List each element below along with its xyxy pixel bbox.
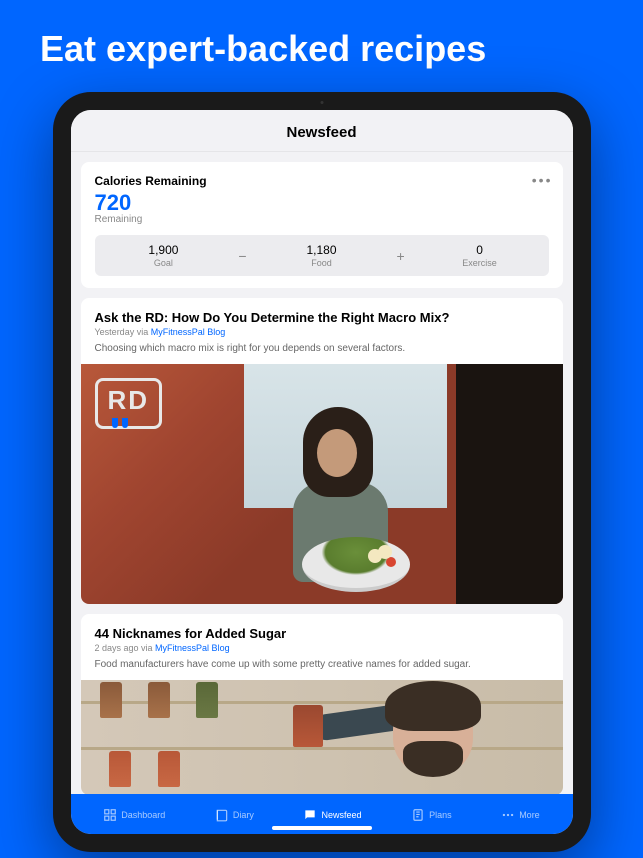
goal-value: 1,900: [95, 243, 233, 257]
dashboard-icon: [103, 808, 117, 822]
tab-diary[interactable]: Diary: [209, 804, 260, 826]
food-cell[interactable]: 1,180 Food: [253, 243, 391, 268]
exercise-label: Exercise: [411, 258, 549, 268]
tab-bar: Dashboard Diary Newsfeed Plans: [71, 794, 573, 834]
calories-breakdown: 1,900 Goal − 1,180 Food + 0 Exercise: [95, 235, 549, 276]
tab-label: More: [519, 810, 540, 820]
more-icon[interactable]: •••: [532, 172, 553, 188]
article-image: [81, 680, 563, 794]
plus-sep: +: [390, 243, 410, 268]
article-meta: 2 days ago via MyFitnessPal Blog: [95, 643, 549, 653]
article-time: Yesterday via: [95, 327, 151, 337]
calories-sublabel: Remaining: [95, 214, 549, 225]
tab-label: Dashboard: [121, 810, 165, 820]
tab-newsfeed[interactable]: Newsfeed: [297, 804, 367, 826]
header: Newsfeed: [71, 110, 573, 152]
article-meta: Yesterday via MyFitnessPal Blog: [95, 327, 549, 337]
article-source[interactable]: MyFitnessPal Blog: [155, 643, 230, 653]
newsfeed-icon: [303, 808, 317, 822]
rd-badge: RD: [95, 378, 163, 429]
tab-label: Plans: [429, 810, 452, 820]
tab-dashboard[interactable]: Dashboard: [97, 804, 171, 826]
goal-label: Goal: [95, 258, 233, 268]
article-source[interactable]: MyFitnessPal Blog: [151, 327, 226, 337]
more-icon: [501, 808, 515, 822]
calories-label: Calories Remaining: [95, 174, 549, 188]
tab-plans[interactable]: Plans: [405, 804, 458, 826]
article-excerpt: Choosing which macro mix is right for yo…: [95, 343, 549, 354]
calories-value: 720: [95, 190, 549, 216]
article-head: 44 Nicknames for Added Sugar 2 days ago …: [81, 614, 563, 680]
exercise-value: 0: [411, 243, 549, 257]
article-head: Ask the RD: How Do You Determine the Rig…: [81, 298, 563, 364]
article-card[interactable]: 44 Nicknames for Added Sugar 2 days ago …: [81, 614, 563, 794]
minus-sep: −: [232, 243, 252, 268]
diary-icon: [215, 808, 229, 822]
article-card[interactable]: Ask the RD: How Do You Determine the Rig…: [81, 298, 563, 604]
plans-icon: [411, 808, 425, 822]
food-label: Food: [253, 258, 391, 268]
screen: Newsfeed ••• Calories Remaining 720 Rema…: [71, 110, 573, 834]
article-time: 2 days ago via: [95, 643, 156, 653]
tablet-frame: Newsfeed ••• Calories Remaining 720 Rema…: [53, 92, 591, 852]
goal-cell[interactable]: 1,900 Goal: [95, 243, 233, 268]
hero-title: Eat expert-backed recipes: [0, 0, 643, 70]
food-value: 1,180: [253, 243, 391, 257]
calories-card: ••• Calories Remaining 720 Remaining 1,9…: [81, 162, 563, 288]
article-image: RD: [81, 364, 563, 604]
exercise-cell[interactable]: 0 Exercise: [411, 243, 549, 268]
tab-label: Diary: [233, 810, 254, 820]
tab-label: Newsfeed: [321, 810, 361, 820]
tab-more[interactable]: More: [495, 804, 546, 826]
article-excerpt: Food manufacturers have come up with som…: [95, 659, 549, 670]
article-title: Ask the RD: How Do You Determine the Rig…: [95, 310, 549, 325]
content-scroll[interactable]: ••• Calories Remaining 720 Remaining 1,9…: [71, 152, 573, 794]
page-title: Newsfeed: [71, 124, 573, 141]
article-title: 44 Nicknames for Added Sugar: [95, 626, 549, 641]
